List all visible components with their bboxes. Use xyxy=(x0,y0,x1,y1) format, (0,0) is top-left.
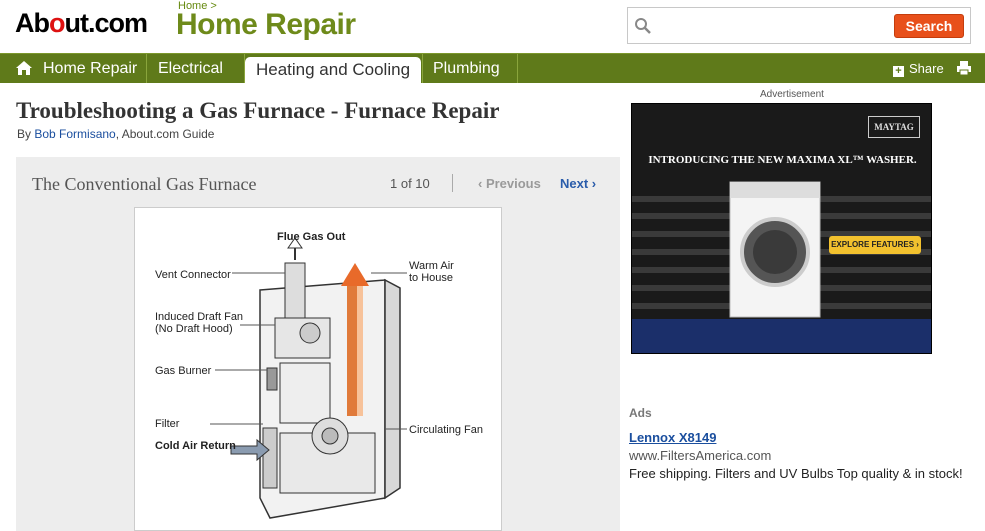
diagram-label-induced-line1: Induced Draft Fan xyxy=(155,311,244,323)
ads-heading: Ads xyxy=(629,406,652,420)
search-icon xyxy=(635,18,651,34)
slide-counter: 1 of 10 xyxy=(390,176,430,191)
search-input[interactable] xyxy=(658,14,916,38)
ad-description: Free shipping. Filters and UV Bulbs Top … xyxy=(629,466,963,481)
furnace-diagram: Flue Gas Out Vent Connector Warm Air to … xyxy=(134,207,502,531)
byline-prefix: By xyxy=(17,127,32,141)
previous-button[interactable]: ‹ Previous xyxy=(478,176,541,191)
house-icon xyxy=(16,61,32,75)
main-nav: Home Repair Electrical Heating and Cooli… xyxy=(0,53,985,84)
nav-item-electrical[interactable]: Electrical xyxy=(148,54,245,83)
logo-text-prefix: Ab xyxy=(15,8,50,38)
printer-icon[interactable] xyxy=(956,60,972,76)
nav-item-home-repair[interactable]: Home Repair xyxy=(6,54,147,83)
explore-features-button[interactable]: EXPLORE FEATURES › xyxy=(829,236,921,254)
diagram-label-filter: Filter xyxy=(155,418,180,430)
share-label: Share xyxy=(909,61,944,76)
slide-title: The Conventional Gas Furnace xyxy=(32,174,257,194)
author-link[interactable]: Bob Formisano xyxy=(34,127,115,141)
diagram-label-warm-air-line1: Warm Air xyxy=(409,260,454,272)
diagram-label-induced-line2: (No Draft Hood) xyxy=(155,323,233,335)
ad-background xyxy=(632,104,931,353)
search-box: Search xyxy=(627,7,971,44)
slide-divider xyxy=(452,174,453,192)
logo-dot: o xyxy=(49,8,65,38)
diagram-label-warm-air-line2: to House xyxy=(409,272,454,284)
about-logo[interactable]: About.com xyxy=(15,8,149,39)
diagram-label-cold-air-return: Cold Air Return xyxy=(155,440,236,452)
byline: By Bob Formisano, About.com Guide xyxy=(17,127,214,141)
nav-item-heating-and-cooling[interactable]: Heating and Cooling xyxy=(245,57,421,84)
ad-link-lennox[interactable]: Lennox X8149 xyxy=(629,430,716,445)
diagram-label-gas-burner: Gas Burner xyxy=(155,365,212,377)
share-button[interactable]: + Share xyxy=(893,61,944,77)
article-title: Troubleshooting a Gas Furnace - Furnace … xyxy=(16,98,500,123)
site-title[interactable]: Home Repair xyxy=(176,8,356,42)
search-button[interactable]: Search xyxy=(894,14,964,38)
plus-icon: + xyxy=(893,66,904,77)
advertisement-label: Advertisement xyxy=(760,89,824,100)
ad-headline: INTRODUCING THE NEW MAXIMA XL™ WASHER. xyxy=(648,154,917,166)
slideshow-panel: The Conventional Gas Furnace 1 of 10 ‹ P… xyxy=(16,157,620,531)
maytag-ad-banner[interactable]: MAYTAG INTRODUCING THE NEW MAXIMA XL™ WA… xyxy=(631,103,932,354)
byline-suffix: , About.com Guide xyxy=(115,127,215,141)
maytag-logo: MAYTAG xyxy=(868,116,920,138)
next-button[interactable]: Next › xyxy=(560,176,596,191)
logo-text-suffix: ut.com xyxy=(64,8,149,38)
ad-url[interactable]: www.FiltersAmerica.com xyxy=(629,448,771,463)
nav-item-plumbing[interactable]: Plumbing xyxy=(422,54,518,83)
diagram-label-vent-connector: Vent Connector xyxy=(155,269,231,281)
diagram-label-flue: Flue Gas Out xyxy=(277,231,346,243)
diagram-label-circulating-fan: Circulating Fan xyxy=(409,424,483,436)
site-header: About.com Home > Home Repair Search xyxy=(0,0,985,53)
nav-item-label: Home Repair xyxy=(43,60,138,77)
